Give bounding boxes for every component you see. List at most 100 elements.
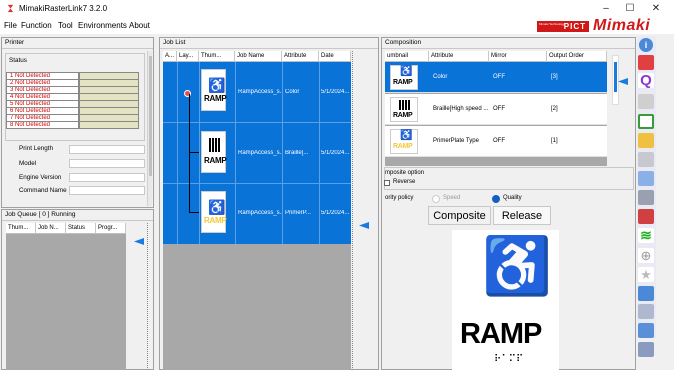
jq-col-thumb[interactable]: Thum... bbox=[6, 223, 36, 234]
job-list-title: Job List bbox=[160, 38, 378, 49]
copy-icon[interactable] bbox=[638, 94, 654, 109]
jl-col-layout[interactable]: Lay... bbox=[177, 51, 199, 62]
info-icon[interactable]: i bbox=[639, 38, 653, 52]
job-row-3-attribute: PrimerP... bbox=[285, 210, 311, 216]
trash-icon[interactable] bbox=[638, 323, 654, 338]
composition-scrollbar[interactable] bbox=[612, 55, 619, 105]
jq-col-status[interactable]: Status bbox=[66, 223, 96, 234]
release-button[interactable]: Release bbox=[493, 206, 551, 225]
jl-col-a[interactable]: A... bbox=[163, 51, 177, 62]
priority-policy-label: ority policy bbox=[385, 195, 414, 201]
jl-col-date[interactable]: Date bbox=[319, 51, 351, 62]
menu-function[interactable]: Function bbox=[21, 21, 52, 30]
screen-icon[interactable] bbox=[638, 171, 654, 186]
status-bar-8 bbox=[79, 121, 139, 129]
document-icon[interactable] bbox=[638, 304, 654, 319]
speed-radio[interactable] bbox=[432, 195, 440, 203]
jq-col-progress[interactable]: Progr... bbox=[96, 223, 126, 234]
wheelchair-icon: ♿ bbox=[208, 77, 226, 93]
print-icon[interactable] bbox=[638, 152, 654, 167]
maximize-button[interactable]: ☐ bbox=[620, 2, 640, 16]
menu-about[interactable]: About bbox=[129, 21, 150, 30]
add-circle-icon[interactable]: ⊕ bbox=[638, 248, 654, 263]
wheelchair-primer-icon: ♿ bbox=[400, 130, 413, 141]
model-field bbox=[69, 159, 145, 168]
jl-col-thumb[interactable]: Thum... bbox=[199, 51, 235, 62]
reverse-label: Reverse bbox=[393, 179, 416, 185]
preview-image: ♿ RAMP ⠗⠁⠍⠏ bbox=[452, 230, 559, 370]
comp-row-2-attribute: Braille[High speed ... bbox=[433, 106, 489, 112]
comp-row-2-order: [2] bbox=[551, 106, 558, 112]
mimaki-logo: Mimaki bbox=[593, 17, 651, 34]
job-queue-title: Job Queue [ 0 ] Running bbox=[2, 210, 153, 221]
model-label: Model bbox=[19, 160, 37, 167]
preview-braille: ⠗⠁⠍⠏ bbox=[494, 354, 524, 365]
command-name-label: Command Name bbox=[19, 187, 67, 194]
reverse-checkbox[interactable] bbox=[384, 180, 390, 186]
stack-icon[interactable] bbox=[638, 286, 654, 301]
close-button[interactable]: ✕ bbox=[646, 2, 666, 16]
job-row-2-attribute: Braille[... bbox=[285, 150, 309, 156]
search-icon[interactable]: Q bbox=[638, 73, 654, 88]
braille-dots-icon bbox=[399, 100, 410, 110]
comp-thumb-color: ♿ RAMP bbox=[390, 65, 418, 90]
layers-icon[interactable]: ≋ bbox=[638, 228, 654, 243]
quality-label: Quality bbox=[503, 195, 522, 201]
engine-version-label: Engine Version bbox=[19, 174, 62, 181]
braille-dots-icon bbox=[209, 138, 220, 152]
quality-radio[interactable] bbox=[492, 195, 500, 203]
job-thumb-color: ♿ RAMP bbox=[201, 69, 227, 111]
printer-scroll-thumb[interactable] bbox=[149, 56, 152, 176]
print-length-field bbox=[69, 145, 145, 154]
comp-row-primer[interactable]: ♿ RAMP PrimerPlate Type OFF [1] bbox=[385, 126, 607, 157]
composition-header: umbnail Attribute Mirror Output Order bbox=[385, 51, 607, 62]
job-queue-list[interactable] bbox=[6, 234, 126, 370]
jl-col-jobname[interactable]: Job Name bbox=[235, 51, 282, 62]
jq-col-jobname[interactable]: Job N... bbox=[36, 223, 66, 234]
composition-title: Composition bbox=[382, 38, 635, 49]
star-icon[interactable]: ★ bbox=[638, 267, 654, 282]
comp-col-thumb[interactable]: umbnail bbox=[385, 51, 429, 62]
status-label: Status bbox=[9, 57, 27, 64]
help-icon[interactable] bbox=[638, 342, 654, 357]
menu-file[interactable]: File bbox=[4, 21, 17, 30]
composite-button[interactable]: Composite bbox=[428, 206, 491, 225]
menu-environments[interactable]: Environments bbox=[78, 21, 127, 30]
job-list-splitter[interactable] bbox=[352, 51, 358, 370]
jl-col-attribute[interactable]: Attribute bbox=[282, 51, 319, 62]
job-list-selection[interactable]: ♿ RAMP RAMP ♿ RAMP RampAccess_s... Color… bbox=[163, 62, 351, 244]
frame-icon[interactable] bbox=[638, 114, 654, 129]
wheelchair-icon: ♿ bbox=[482, 234, 552, 297]
comp-row-1-attribute: Color bbox=[433, 74, 448, 80]
printer-scrollbar[interactable] bbox=[147, 51, 152, 206]
job-list-empty-area[interactable] bbox=[163, 244, 351, 370]
printer-panel-title: Printer bbox=[2, 38, 153, 49]
job-row-3-name: RampAccess_s... bbox=[238, 210, 282, 216]
comp-row-3-order: [1] bbox=[551, 138, 558, 144]
queue-splitter[interactable] bbox=[147, 223, 152, 370]
comp-row-color[interactable]: ♿ RAMP Color OFF [3] bbox=[385, 62, 607, 93]
comp-thumb-braille: RAMP bbox=[390, 97, 418, 122]
job-row-1-name: RampAccess_s... bbox=[238, 89, 282, 95]
comp-col-mirror[interactable]: Mirror bbox=[489, 51, 547, 62]
layout-icon[interactable] bbox=[638, 133, 654, 148]
command-name-field bbox=[69, 186, 145, 195]
speed-label: Speed bbox=[443, 195, 461, 201]
job-row-3-date: 5/1/2024... bbox=[321, 210, 350, 216]
job-queue-header: Thum... Job N... Status Progr... bbox=[6, 223, 126, 234]
window-title: MimakiRasterLink7 3.2.0 bbox=[19, 4, 108, 13]
app-icon bbox=[7, 4, 14, 13]
minimize-button[interactable]: – bbox=[596, 2, 616, 16]
job-row-1-date: 5/1/2024... bbox=[321, 89, 350, 95]
comp-row-1-mirror: OFF bbox=[493, 74, 505, 80]
menu-tool[interactable]: Tool bbox=[58, 21, 73, 30]
job-list-header: A... Lay... Thum... Job Name Attribute D… bbox=[163, 51, 351, 62]
comp-row-3-mirror: OFF bbox=[493, 138, 505, 144]
crop-icon[interactable] bbox=[638, 209, 654, 224]
comp-col-order[interactable]: Output Order bbox=[547, 51, 607, 62]
comp-row-braille[interactable]: RAMP Braille[High speed ... OFF [2] bbox=[385, 94, 607, 125]
grid-icon[interactable] bbox=[638, 55, 654, 70]
comp-col-attribute[interactable]: Attribute bbox=[429, 51, 489, 62]
tile-icon[interactable] bbox=[638, 190, 654, 205]
job-thumb-braille: RAMP bbox=[201, 131, 227, 173]
